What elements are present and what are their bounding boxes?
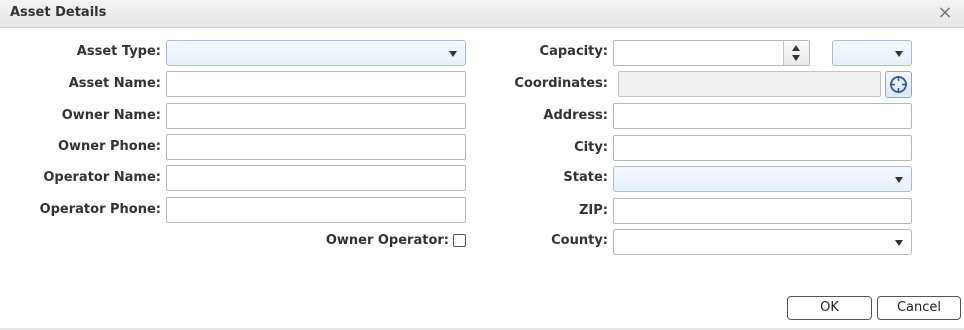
zip-label: ZIP: <box>579 203 608 218</box>
operator-phone-label: Operator Phone: <box>39 202 161 217</box>
capacity-unit-select[interactable] <box>832 40 912 66</box>
zip-input[interactable] <box>613 198 912 224</box>
owner-operator-checkbox[interactable] <box>453 234 466 247</box>
coordinates-label: Coordinates: <box>514 76 608 91</box>
asset-type-label: Asset Type: <box>76 44 161 59</box>
state-select[interactable] <box>613 166 912 192</box>
spinner-down-icon[interactable] <box>792 55 800 61</box>
ok-button[interactable]: OK <box>787 296 872 320</box>
chevron-down-icon <box>895 240 903 246</box>
asset-name-input[interactable] <box>166 71 466 97</box>
asset-name-label: Asset Name: <box>68 76 161 91</box>
spinner-up-icon[interactable] <box>792 45 800 51</box>
coordinates-input <box>618 71 881 97</box>
capacity-input[interactable] <box>613 40 810 66</box>
owner-operator-label: Owner Operator: <box>325 233 449 248</box>
owner-phone-label: Owner Phone: <box>57 139 161 154</box>
location-picker-button[interactable] <box>885 71 912 98</box>
address-label: Address: <box>543 108 608 123</box>
owner-phone-input[interactable] <box>166 134 466 160</box>
state-label: State: <box>563 170 608 185</box>
asset-details-dialog: Asset Details × Asset Type: Asset Name: … <box>0 0 964 330</box>
city-label: City: <box>574 140 608 155</box>
cancel-button[interactable]: Cancel <box>877 296 961 320</box>
county-label: County: <box>551 233 608 248</box>
close-icon[interactable]: × <box>936 3 954 23</box>
operator-name-input[interactable] <box>166 165 466 191</box>
crosshair-icon <box>890 76 907 93</box>
owner-name-label: Owner Name: <box>61 108 161 123</box>
capacity-spinner[interactable] <box>783 41 809 65</box>
chevron-down-icon <box>895 177 903 183</box>
county-select[interactable] <box>613 229 912 255</box>
address-input[interactable] <box>613 103 912 129</box>
capacity-label: Capacity: <box>539 44 608 59</box>
chevron-down-icon <box>895 51 903 57</box>
operator-name-label: Operator Name: <box>43 170 161 185</box>
city-input[interactable] <box>613 135 912 161</box>
dialog-titlebar: Asset Details × <box>0 0 964 28</box>
chevron-down-icon <box>449 51 457 57</box>
operator-phone-input[interactable] <box>166 197 466 223</box>
dialog-title: Asset Details <box>10 5 107 20</box>
asset-type-select[interactable] <box>166 40 466 66</box>
owner-name-input[interactable] <box>166 103 466 129</box>
